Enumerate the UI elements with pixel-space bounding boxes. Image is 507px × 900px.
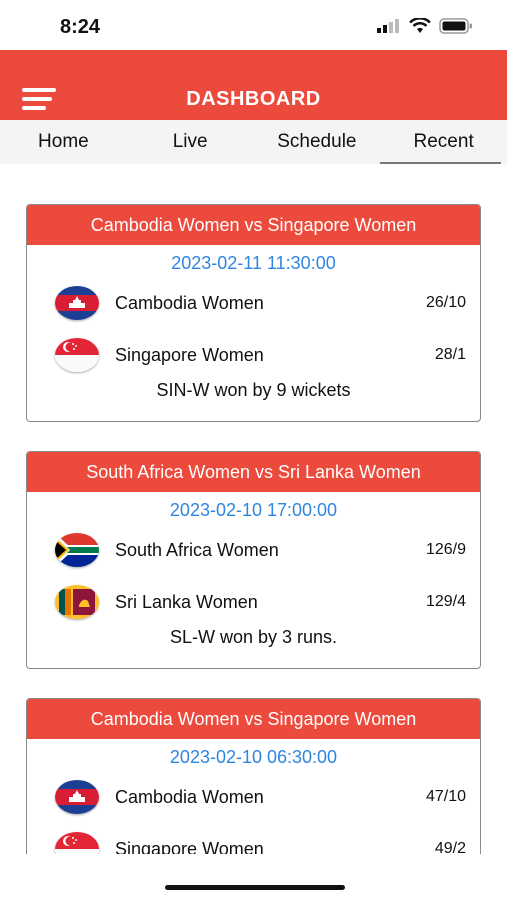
match-card[interactable]: Cambodia Women vs Singapore Women 2023-0… [26, 698, 481, 854]
status-time: 8:24 [60, 16, 101, 38]
team-name: Sri Lanka Women [115, 592, 258, 612]
battery-icon [439, 18, 472, 34]
cambodia-flag-icon [55, 286, 99, 320]
tab-recent[interactable]: Recent [380, 120, 507, 164]
team-score: 129/4 [425, 593, 466, 610]
match-result: SL-W won by 3 runs. [169, 627, 338, 647]
team-name: Singapore Women [115, 839, 264, 854]
match-datetime: 2023-02-10 17:00:00 [169, 500, 338, 520]
team-row: Singapore Women 49/2 [27, 824, 480, 854]
match-title: Cambodia Women vs Singapore Women [27, 699, 480, 739]
team-row: Sri Lanka Women 129/4 [27, 577, 480, 629]
team-score: 49/2 [434, 840, 466, 854]
team-score: 126/9 [425, 541, 466, 558]
match-card[interactable]: South Africa Women vs Sri Lanka Women 20… [26, 451, 481, 669]
team-name: Cambodia Women [115, 293, 264, 313]
tab-live[interactable]: Live [127, 120, 254, 164]
home-indicator[interactable] [165, 885, 345, 890]
match-title: South Africa Women vs Sri Lanka Women [27, 452, 480, 492]
team-name: Cambodia Women [115, 787, 264, 807]
match-list[interactable]: Cambodia Women vs Singapore Women 2023-0… [0, 164, 507, 854]
sri-lanka-flag-icon [55, 585, 99, 619]
team-score: 47/10 [425, 788, 466, 805]
match-title: Cambodia Women vs Singapore Women [27, 205, 480, 245]
team-name: Singapore Women [115, 345, 264, 365]
status-bar: 8:24 [0, 0, 507, 50]
signal-icon [377, 19, 399, 33]
singapore-flag-icon [55, 832, 99, 854]
match-datetime: 2023-02-11 11:30:00 [171, 253, 336, 273]
tab-schedule[interactable]: Schedule [254, 120, 381, 164]
wifi-icon [409, 18, 431, 33]
team-name: South Africa Women [115, 540, 279, 560]
match-result: SIN-W won by 9 wickets [156, 380, 351, 400]
south-africa-flag-icon [55, 533, 99, 567]
status-icons [377, 18, 473, 34]
app-header: DASHBOARD [0, 50, 507, 120]
tab-home[interactable]: Home [0, 120, 127, 164]
page-title: DASHBOARD [186, 88, 321, 110]
tab-bar: Home Live Schedule Recent [0, 120, 507, 164]
team-row: Cambodia Women 47/10 [27, 772, 480, 824]
cambodia-flag-icon [55, 780, 99, 814]
team-row: Cambodia Women 26/10 [27, 278, 480, 330]
singapore-flag-icon [55, 338, 99, 372]
team-score: 26/10 [425, 294, 466, 311]
team-row: Singapore Women 28/1 [27, 330, 480, 382]
team-row: South Africa Women 126/9 [27, 525, 480, 577]
team-score: 28/1 [434, 346, 466, 363]
match-datetime: 2023-02-10 06:30:00 [169, 747, 338, 767]
match-card[interactable]: Cambodia Women vs Singapore Women 2023-0… [26, 204, 481, 422]
